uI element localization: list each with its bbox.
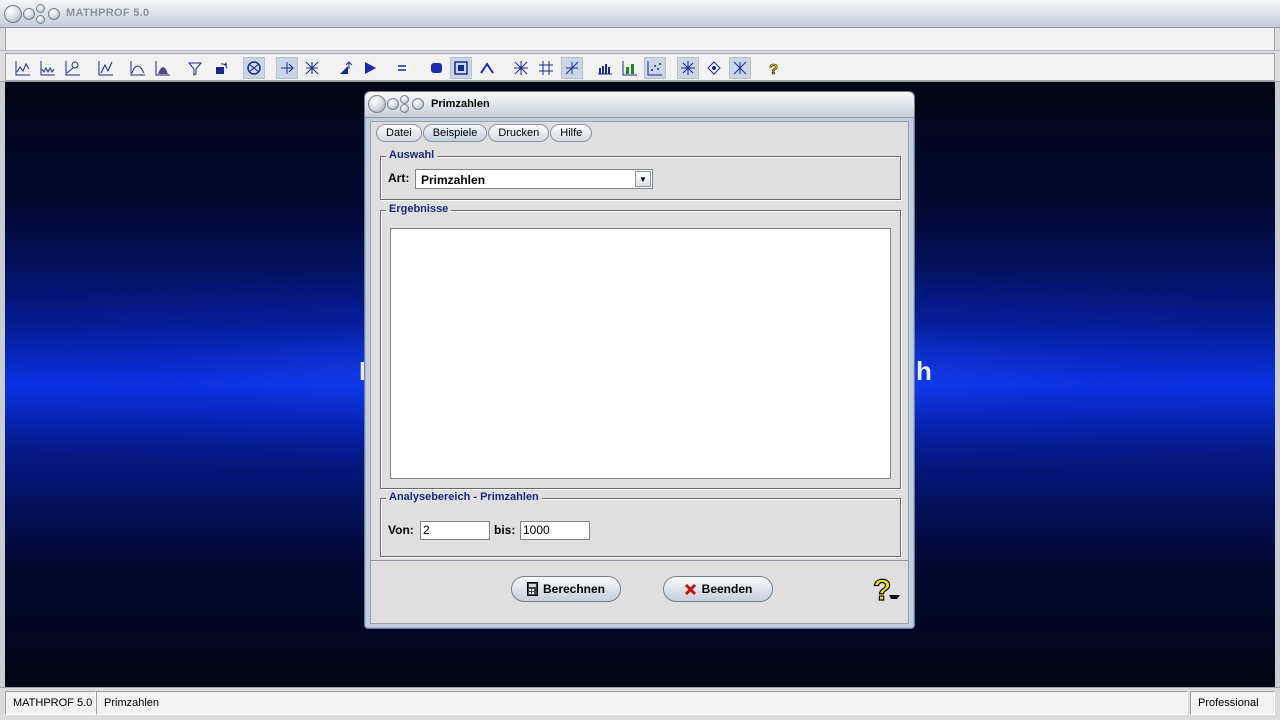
from-label: Von: [388,523,414,537]
play-icon[interactable] [359,57,381,79]
calculate-button[interactable]: Berechnen [511,576,621,602]
hash-grid-icon[interactable] [535,57,557,79]
app-titlebar: MATHPROF 5.0 [0,0,1280,28]
help-cursor-icon[interactable]: ? [871,571,905,608]
scatter-icon[interactable] [644,57,666,79]
svg-text:?: ? [873,574,891,605]
range-group-title: Analysebereich - Primzahlen [386,491,542,503]
asterisk-icon[interactable] [677,57,699,79]
dialog-titlebar[interactable]: Primzahlen [365,92,914,118]
quit-button[interactable]: Beenden [663,576,773,602]
chevron-down-icon[interactable]: ▼ [635,171,651,187]
multi-plot-icon[interactable] [37,57,59,79]
dialog-footer: Berechnen Beenden ? [371,560,908,623]
dialog-title: Primzahlen [431,98,490,110]
menu-band [0,28,1280,51]
shape-icon[interactable] [425,57,447,79]
window-menu-button[interactable] [48,8,60,20]
help-icon[interactable]: ? [763,57,785,79]
tab-datei[interactable]: Datei [376,124,422,142]
tab-drucken[interactable]: Drucken [488,124,550,142]
type-select-value: Primzahlen [421,173,486,187]
dialog-menu-button[interactable] [412,98,424,110]
from-input[interactable]: 2 [420,521,490,540]
export-icon[interactable] [335,57,357,79]
maximize-window-button[interactable] [36,4,45,13]
range-group: Analysebereich - Primzahlen Von: 2 bis: … [380,491,901,557]
restore-window-button[interactable] [36,15,45,24]
equals-icon[interactable] [391,57,413,79]
curve-analysis-icon[interactable] [62,57,84,79]
dialog-window-controls [368,95,425,113]
rotate-icon[interactable] [210,57,232,79]
intersection-icon[interactable] [243,57,265,79]
status-edition: Professional [1190,691,1275,715]
results-group: Ergebnisse [380,203,901,489]
bar-chart-icon[interactable] [594,57,616,79]
minimize-window-button[interactable] [23,8,35,20]
background-letter-right: h [916,356,932,386]
window-controls [4,4,61,24]
asterisk-alt-icon[interactable] [729,57,751,79]
selection-group: Auswahl Art: Primzahlen ▼ [380,149,901,200]
arch-icon[interactable] [476,57,498,79]
dialog-maximize-button[interactable] [400,95,409,104]
dialog-close-button[interactable] [368,95,386,113]
calculator-icon [526,582,538,596]
toolbar: ? [0,51,1280,82]
to-label: bis: [494,523,516,537]
dialog-body: Datei Beispiele Drucken Hilfe Auswahl Ar… [370,121,909,624]
dialog-minimize-button[interactable] [387,98,399,110]
status-app-name: MATHPROF 5.0 [5,691,96,715]
selection-group-title: Auswahl [386,149,438,161]
diamond-icon[interactable] [703,57,725,79]
app-title: MATHPROF 5.0 [66,7,150,19]
frame-icon[interactable] [450,57,472,79]
status-module: Primzahlen [96,691,1188,715]
green-bar-chart-icon[interactable] [619,57,641,79]
close-window-button[interactable] [4,5,22,23]
svg-text:?: ? [769,61,778,76]
calculate-button-label: Berechnen [542,582,606,596]
primzahlen-dialog: Primzahlen Datei Beispiele Drucken Hilfe… [364,91,915,629]
grid-axes-icon[interactable] [301,57,323,79]
tab-beispiele[interactable]: Beispiele [422,124,488,142]
to-input[interactable]: 1000 [520,521,590,540]
dialog-restore-button[interactable] [400,104,409,113]
results-group-title: Ergebnisse [386,203,452,215]
vector-arrow-icon[interactable] [276,57,298,79]
function-plot-icon[interactable] [12,57,34,79]
type-label: Art: [388,171,410,185]
derivative-plot-icon[interactable] [95,57,117,79]
star-grid-icon[interactable] [510,57,532,79]
quit-button-label: Beenden [701,582,753,596]
close-icon [684,583,697,596]
funnel-icon[interactable] [184,57,206,79]
dialog-menu-tabs: Datei Beispiele Drucken Hilfe [376,124,593,142]
area-plot-icon[interactable] [152,57,174,79]
type-select[interactable]: Primzahlen ▼ [415,169,653,189]
integral-curve-icon[interactable] [127,57,149,79]
tab-hilfe[interactable]: Hilfe [550,124,593,142]
results-area[interactable] [390,228,891,479]
cross-diagonal-icon[interactable] [561,57,583,79]
statusbar: MATHPROF 5.0 Primzahlen Professional [0,687,1280,720]
